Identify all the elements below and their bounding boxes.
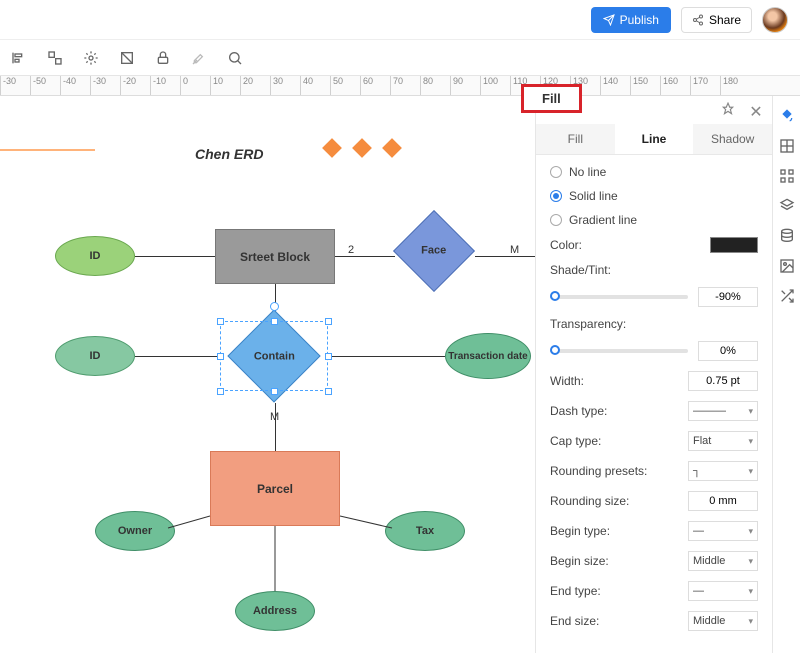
title-underline — [0, 149, 95, 151]
connector — [135, 256, 215, 257]
fill-tab-highlight: Fill — [521, 84, 582, 113]
share-label: Share — [709, 13, 741, 27]
distribute-icon[interactable] — [46, 49, 64, 67]
panel-tabs: Fill Line Shadow — [536, 124, 772, 155]
tools-icon[interactable] — [190, 49, 208, 67]
resize-handle[interactable] — [271, 318, 278, 325]
shade-slider[interactable] — [550, 295, 688, 299]
fill-dock-icon[interactable] — [779, 108, 795, 124]
properties-panel: Fill ✕ Fill Line Shadow No line Solid li… — [535, 96, 772, 653]
tab-line[interactable]: Line — [615, 124, 694, 154]
end-size-select[interactable]: Middle▾ — [688, 611, 758, 631]
layers-dock-icon[interactable] — [779, 198, 795, 214]
entity-id2[interactable]: ID — [55, 336, 135, 376]
share-icon — [692, 14, 704, 26]
dash-select[interactable]: ———▾ — [688, 401, 758, 421]
search-icon[interactable] — [226, 49, 244, 67]
shade-input[interactable] — [698, 287, 758, 307]
lock-icon[interactable] — [154, 49, 172, 67]
label-shade: Shade/Tint: — [550, 263, 611, 277]
grid-dock-icon[interactable] — [779, 168, 795, 184]
align-left-icon[interactable] — [10, 49, 28, 67]
label-end-size: End size: — [550, 614, 599, 628]
relation-face[interactable]: Face — [393, 210, 475, 292]
end-type-select[interactable]: —▾ — [688, 581, 758, 601]
pin-button[interactable] — [720, 102, 736, 118]
publish-button[interactable]: Publish — [591, 7, 671, 33]
label-round-size: Rounding size: — [550, 494, 629, 508]
width-input[interactable] — [688, 371, 758, 391]
rotate-handle[interactable] — [270, 302, 279, 311]
main: Chen ERD ID Srteet Block Face 2 M ID Con… — [0, 96, 800, 653]
layout-dock-icon[interactable] — [779, 138, 795, 154]
top-bar: Publish Share — [0, 0, 800, 40]
deco-diamond — [352, 138, 372, 158]
resize-handle[interactable] — [217, 353, 224, 360]
entity-parcel[interactable]: Parcel — [210, 451, 340, 526]
connector — [135, 356, 220, 357]
radio-no-line[interactable]: No line — [550, 165, 758, 179]
resize-handle[interactable] — [325, 318, 332, 325]
begin-type-select[interactable]: —▾ — [688, 521, 758, 541]
effects-icon[interactable] — [82, 49, 100, 67]
deco-diamond — [382, 138, 402, 158]
panel-body: No line Solid line Gradient line Color: … — [536, 155, 772, 641]
round-preset-select[interactable]: ┐▾ — [688, 461, 758, 481]
share-button[interactable]: Share — [681, 7, 752, 33]
connector — [328, 356, 445, 357]
label-end-type: End type: — [550, 584, 601, 598]
ruler: -30-50-40-30-20-100102030405060708090100… — [0, 76, 800, 96]
right-dock — [772, 96, 800, 653]
begin-size-select[interactable]: Middle▾ — [688, 551, 758, 571]
cardinality-label: M — [510, 244, 519, 256]
data-dock-icon[interactable] — [779, 228, 795, 244]
entity-id1[interactable]: ID — [55, 236, 135, 276]
color-swatch[interactable] — [710, 237, 758, 253]
round-size-input[interactable] — [688, 491, 758, 511]
label-width: Width: — [550, 374, 584, 388]
transparency-input[interactable] — [698, 341, 758, 361]
label-cap: Cap type: — [550, 434, 601, 448]
tool-bar — [0, 40, 800, 76]
connector — [335, 256, 395, 257]
label-dash: Dash type: — [550, 404, 607, 418]
entity-tax[interactable]: Tax — [385, 511, 465, 551]
shuffle-dock-icon[interactable] — [779, 288, 795, 304]
image-dock-icon[interactable] — [779, 258, 795, 274]
connector — [475, 256, 535, 257]
label-begin-size: Begin size: — [550, 554, 609, 568]
tab-fill[interactable]: Fill — [536, 124, 615, 154]
cardinality-label: M — [270, 411, 279, 423]
radio-gradient-line[interactable]: Gradient line — [550, 213, 758, 227]
publish-label: Publish — [620, 13, 659, 27]
canvas[interactable]: Chen ERD ID Srteet Block Face 2 M ID Con… — [0, 96, 535, 653]
entity-street-block[interactable]: Srteet Block — [215, 229, 335, 284]
transparency-slider[interactable] — [550, 349, 688, 353]
deco-diamond — [322, 138, 342, 158]
resize-handle[interactable] — [325, 388, 332, 395]
cardinality-label: 2 — [348, 244, 354, 256]
avatar[interactable] — [762, 7, 788, 33]
label-color: Color: — [550, 238, 582, 252]
resize-handle[interactable] — [217, 318, 224, 325]
entity-address[interactable]: Address — [235, 591, 315, 631]
label-begin-type: Begin type: — [550, 524, 610, 538]
radio-solid-line[interactable]: Solid line — [550, 189, 758, 203]
resize-handle[interactable] — [271, 388, 278, 395]
resize-handle[interactable] — [217, 388, 224, 395]
entity-owner[interactable]: Owner — [95, 511, 175, 551]
resize-handle[interactable] — [325, 353, 332, 360]
close-button[interactable]: ✕ — [748, 102, 764, 118]
selection-box — [220, 321, 328, 391]
entity-transaction-date[interactable]: Transaction date — [445, 333, 531, 379]
cap-select[interactable]: Flat▾ — [688, 431, 758, 451]
label-transparency: Transparency: — [550, 317, 626, 331]
page-title: Chen ERD — [195, 146, 263, 162]
tab-shadow[interactable]: Shadow — [693, 124, 772, 154]
label-round-preset: Rounding presets: — [550, 464, 647, 478]
crop-icon[interactable] — [118, 49, 136, 67]
publish-icon — [603, 14, 615, 26]
